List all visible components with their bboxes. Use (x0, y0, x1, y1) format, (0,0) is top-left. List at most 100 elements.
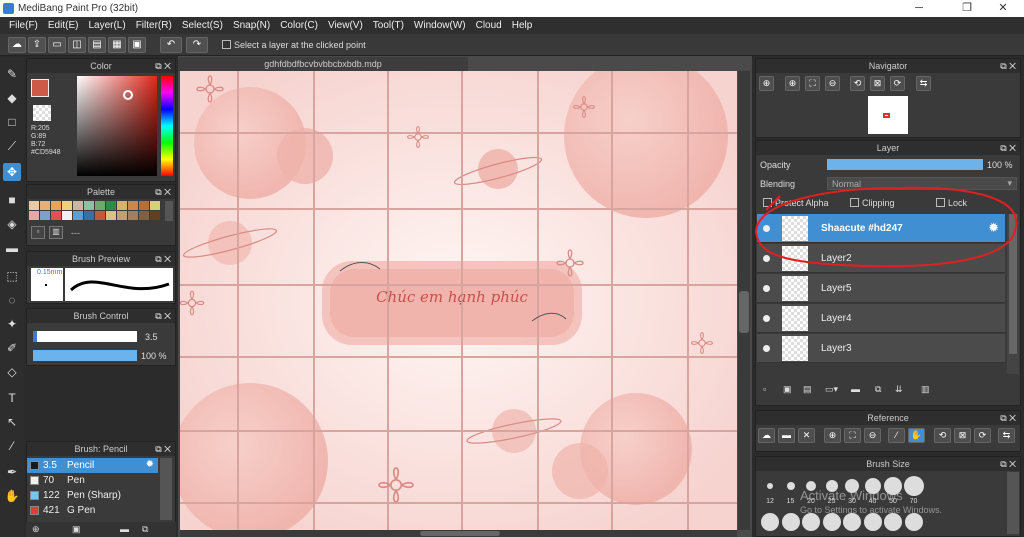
new-halftone-layer-icon[interactable]: ▣ (783, 384, 792, 395)
brush-size-dot[interactable] (767, 483, 773, 489)
brush-size-scrollbar[interactable] (1007, 472, 1019, 534)
palette-swatch[interactable] (62, 201, 72, 210)
palette-swatch[interactable] (51, 211, 61, 220)
palette-swatch[interactable] (150, 201, 160, 210)
delete-layer-icon[interactable]: ▥ (921, 384, 930, 395)
flip-icon[interactable]: ⇆ (916, 76, 931, 91)
canvas-vertical-scrollbar[interactable] (738, 71, 750, 530)
drawing-canvas[interactable]: Chúc em hạnh phúc (180, 71, 737, 530)
palette-swatch[interactable] (73, 211, 83, 220)
menu-help[interactable]: Help (507, 20, 538, 31)
palette-swatch[interactable] (106, 211, 116, 220)
frame-icon[interactable]: ▣ (128, 37, 146, 53)
brush-size-dot-large[interactable] (904, 513, 923, 531)
brush-size-dot-large[interactable] (822, 513, 841, 531)
palette-swatch[interactable] (84, 201, 94, 210)
canvas-horizontal-scrollbar[interactable] (180, 530, 737, 537)
palette-swatch[interactable] (29, 201, 39, 210)
palette-swatch[interactable] (128, 201, 138, 210)
brush-folder-icon[interactable]: ▬ (120, 524, 129, 534)
menu-snap[interactable]: Snap(N) (228, 20, 275, 31)
panel-close-icon[interactable]: ⧉ ✕ (1000, 457, 1016, 471)
panel-close-icon[interactable]: ⧉ ✕ (155, 185, 171, 199)
select-pen-tool-icon[interactable]: ✐ (3, 339, 21, 357)
rotate-right-icon[interactable]: ⟳ (890, 76, 905, 91)
ref-fit-icon[interactable]: ⛶ (844, 428, 861, 443)
brush-list-scrollbar[interactable] (160, 458, 172, 520)
palette-scrollbar[interactable] (165, 201, 173, 221)
menu-cloud[interactable]: Cloud (471, 20, 507, 31)
menu-select[interactable]: Select(S) (177, 20, 228, 31)
panel-close-icon[interactable]: ⧉ ✕ (1000, 141, 1016, 155)
ref-reset-icon[interactable]: ⊠ (954, 428, 971, 443)
brush-size-dot-large[interactable] (761, 513, 779, 531)
menu-color[interactable]: Color(C) (275, 20, 323, 31)
menu-file[interactable]: File(F) (4, 20, 43, 31)
menu-tool[interactable]: Tool(T) (368, 20, 409, 31)
document-icon[interactable]: ▤ (88, 37, 106, 53)
zoom-plus-icon[interactable]: ⊕ (785, 76, 800, 91)
palette-swatch[interactable] (117, 201, 127, 210)
ref-flip-icon[interactable]: ⇆ (998, 428, 1015, 443)
brush-size-slider[interactable] (33, 331, 137, 342)
navigator-viewport-box[interactable] (883, 113, 890, 118)
color-picker-cursor[interactable] (123, 90, 133, 100)
palette-swatch[interactable] (29, 211, 39, 220)
rectangle-tool-icon[interactable]: □ (3, 113, 21, 131)
maximize-button[interactable]: ❐ (952, 0, 982, 17)
select-layer-checkbox[interactable] (222, 40, 231, 49)
brush-copy-icon[interactable]: ⧉ (142, 524, 148, 535)
brush-size-dot-large[interactable] (781, 513, 800, 531)
menu-view[interactable]: View(V) (323, 20, 368, 31)
palette-swatch[interactable] (62, 211, 72, 220)
brush-size-dot-large[interactable] (884, 513, 902, 531)
brush-size-dot[interactable] (903, 476, 924, 496)
brush-size-dot-large[interactable] (843, 513, 861, 531)
panel-close-icon[interactable]: ⧉ ✕ (155, 252, 171, 266)
ref-rotate-left-icon[interactable]: ⟲ (934, 428, 951, 443)
panel-close-icon[interactable]: ⧉ ✕ (1000, 59, 1016, 73)
brush-settings-icon[interactable]: ▣ (72, 524, 81, 535)
layer-opacity-slider[interactable] (827, 159, 983, 170)
reset-view-icon[interactable]: ⊠ (870, 76, 885, 91)
layer-row[interactable]: Layer5 (757, 274, 1005, 303)
magic-wand-tool-icon[interactable]: ✦ (3, 315, 21, 333)
hand-tool-icon[interactable]: ✋ (3, 487, 21, 505)
bucket-tool-icon[interactable]: ◈ (3, 215, 21, 233)
brush-item[interactable]: 3.5 Pencil ✹ (27, 458, 158, 473)
message-icon[interactable]: ◫ (68, 37, 86, 53)
main-color-swatch[interactable] (31, 79, 49, 97)
fill-rect-tool-icon[interactable]: ■ (3, 191, 21, 209)
redo-button[interactable]: ↷ (186, 37, 208, 53)
select-rect-tool-icon[interactable]: ⬚ (3, 267, 21, 285)
comment-icon[interactable]: ▭ (48, 37, 66, 53)
palette-swatch[interactable] (139, 201, 149, 210)
add-layer-dropdown-icon[interactable]: ▭▾ (825, 384, 838, 395)
rotate-left-icon[interactable]: ⟲ (850, 76, 865, 91)
brush-gear-icon[interactable]: ✹ (146, 459, 154, 470)
palette-swatch[interactable] (40, 211, 50, 220)
horizontal-scroll-thumb[interactable] (420, 531, 500, 536)
brush-size-dot[interactable] (786, 482, 795, 490)
layer-row[interactable]: Layer4 (757, 304, 1005, 333)
move-tool-icon[interactable]: ✥ (3, 163, 21, 181)
menu-edit[interactable]: Edit(E) (43, 20, 84, 31)
layer-row[interactable]: Layer3 (757, 334, 1005, 363)
lasso-tool-icon[interactable]: ◌ (3, 291, 21, 309)
add-brush-icon[interactable]: ⊕ (32, 524, 40, 535)
gradient-tool-icon[interactable]: ▬ (3, 239, 21, 257)
ref-zoom-out-icon[interactable]: ⊖ (864, 428, 881, 443)
menu-window[interactable]: Window(W) (409, 20, 471, 31)
text-tool-icon[interactable]: T (3, 389, 21, 407)
ref-eyedropper-icon[interactable]: ⁄ (888, 428, 905, 443)
palette-swatch[interactable] (95, 201, 105, 210)
palette-swatch[interactable] (73, 201, 83, 210)
brush-item[interactable]: 421 G Pen (27, 503, 158, 518)
panel-close-icon[interactable]: ⧉ ✕ (155, 59, 171, 73)
palette-swatch[interactable] (128, 211, 138, 220)
zoom-out-icon[interactable]: ⊖ (825, 76, 840, 91)
document-tab[interactable]: gdhfdbdfbcvbvbbcbxbdb.mdp (178, 57, 468, 71)
dot-tool-icon[interactable]: ⟋ (3, 137, 21, 155)
palette-swatch[interactable] (139, 211, 149, 220)
saturation-value-picker[interactable] (77, 76, 157, 176)
